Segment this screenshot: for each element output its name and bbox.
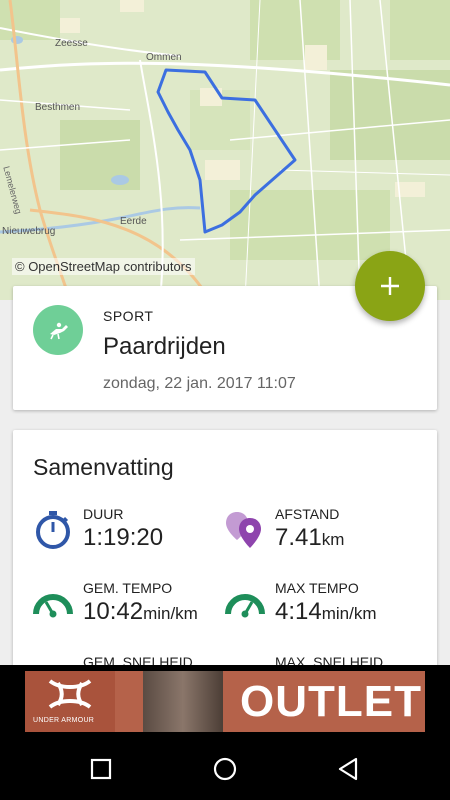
ad-outlet-text: OUTLET — [240, 677, 422, 726]
map-place-label: Ommen — [146, 52, 182, 63]
stat-duration: DUUR 1:19:20 — [33, 506, 223, 556]
location-pins-icon — [226, 512, 261, 548]
stat-label: GEM. TEMPO — [83, 580, 173, 596]
back-triangle-icon — [338, 757, 358, 781]
stat-distance: AFSTAND 7.41km — [225, 506, 415, 556]
map-place-label: Eerde — [120, 216, 147, 227]
stat-value: 1:19:20 — [83, 524, 164, 551]
under-armour-logo: UNDER ARMOUR — [25, 671, 115, 732]
home-circle-icon — [213, 757, 237, 781]
add-button[interactable] — [355, 251, 425, 321]
recents-square-icon — [90, 758, 112, 780]
ad-person-image — [143, 671, 223, 732]
stat-label: AFSTAND — [275, 506, 340, 522]
stat-avg-pace: GEM. TEMPO 10:42min/km — [33, 580, 223, 630]
plus-icon — [381, 277, 399, 295]
map-place-label: Zeesse — [55, 38, 88, 49]
map-place-label: Besthmen — [35, 102, 81, 113]
ad-image[interactable]: UNDER ARMOUR OUTLET — [25, 671, 425, 732]
home-button[interactable] — [212, 756, 238, 782]
ad-brand-text: UNDER ARMOUR — [33, 717, 95, 724]
back-button[interactable] — [336, 756, 362, 782]
stat-value: 7.41km — [275, 524, 345, 551]
speedometer-icon — [33, 594, 73, 618]
map-attribution[interactable]: © OpenStreetMap contributors — [12, 258, 195, 275]
stat-max-pace: MAX TEMPO 4:14min/km — [225, 580, 415, 630]
map-place-label: Nieuwebrug — [2, 226, 56, 237]
sport-label: SPORT — [103, 308, 154, 324]
stopwatch-icon — [36, 511, 70, 549]
recents-button[interactable] — [88, 756, 114, 782]
summary-card: Samenvatting DUUR 1:19:20 AFSTAND 7.41km… — [13, 430, 437, 690]
horse-riding-icon — [33, 305, 83, 355]
stat-label: DUUR — [83, 506, 124, 522]
stat-value: 10:42min/km — [83, 598, 198, 625]
summary-title: Samenvatting — [33, 454, 174, 480]
activity-date[interactable]: zondag, 22 jan. 2017 11:07 — [103, 375, 296, 393]
sport-name[interactable]: Paardrijden — [103, 333, 226, 361]
stat-label: MAX TEMPO — [275, 580, 359, 596]
ad-banner[interactable]: UNDER ARMOUR OUTLET — [0, 665, 450, 737]
stat-value: 4:14min/km — [275, 598, 377, 625]
android-nav-bar — [0, 737, 450, 800]
speedometer-icon — [225, 594, 265, 618]
